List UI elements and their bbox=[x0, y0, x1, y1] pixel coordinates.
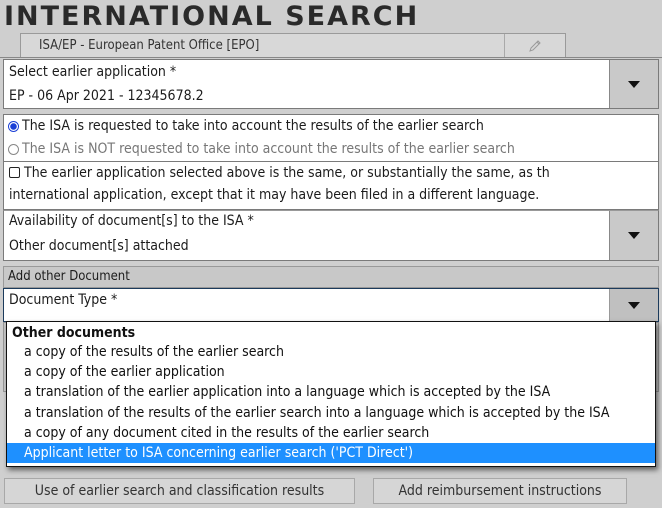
chevron-down-icon bbox=[628, 232, 640, 239]
edit-isa-button[interactable] bbox=[504, 34, 565, 57]
radio-option-requested[interactable]: The ISA is requested to take into accoun… bbox=[8, 118, 484, 134]
earlier-application-select[interactable]: Select earlier application * EP - 06 Apr… bbox=[3, 59, 659, 109]
checkbox-label: The earlier application selected above i… bbox=[24, 165, 550, 181]
same-application-line1[interactable]: The earlier application selected above i… bbox=[9, 165, 649, 181]
chevron-down-icon bbox=[628, 301, 640, 309]
isa-authority-field: ISA/EP - European Patent Office [EPO] bbox=[20, 33, 566, 58]
dropdown-option[interactable]: a translation of the results of the earl… bbox=[7, 403, 655, 423]
availability-label: Availability of document[s] to the ISA * bbox=[9, 213, 254, 229]
earlier-application-value: EP - 06 Apr 2021 - 12345678.2 bbox=[9, 88, 204, 104]
radio-option-not-requested[interactable]: The ISA is NOT requested to take into ac… bbox=[8, 141, 515, 157]
radio-selected-icon[interactable] bbox=[8, 120, 19, 132]
isa-authority-value: ISA/EP - European Patent Office [EPO] bbox=[39, 38, 260, 53]
dropdown-option[interactable]: a copy of the results of the earlier sea… bbox=[7, 342, 655, 362]
dropdown-option[interactable]: a copy of any document cited in the resu… bbox=[7, 423, 655, 443]
document-type-label: Document Type * bbox=[9, 292, 118, 308]
add-other-document-header: Add other Document bbox=[3, 266, 659, 288]
earlier-application-label: Select earlier application * bbox=[9, 64, 177, 80]
divider bbox=[0, 57, 662, 58]
add-reimbursement-button[interactable]: Add reimbursement instructions bbox=[373, 478, 627, 504]
availability-value: Other document[s] attached bbox=[9, 238, 189, 254]
chevron-down-icon bbox=[628, 80, 640, 88]
radio-unselected-icon[interactable] bbox=[8, 143, 19, 155]
availability-select[interactable]: Availability of document[s] to the ISA *… bbox=[3, 210, 659, 261]
same-application-line2: international application, except that i… bbox=[9, 187, 540, 203]
pencil-icon bbox=[529, 39, 541, 52]
same-application-checkbox-field: The earlier application selected above i… bbox=[3, 162, 659, 210]
use-earlier-search-button[interactable]: Use of earlier search and classification… bbox=[4, 478, 355, 504]
document-type-dropdown-button[interactable] bbox=[609, 289, 658, 321]
document-type-select[interactable]: Document Type * bbox=[3, 288, 659, 322]
dropdown-option-highlighted[interactable]: Applicant letter to ISA concerning earli… bbox=[7, 442, 655, 464]
dropdown-group-header: Other documents bbox=[12, 325, 136, 341]
dropdown-option[interactable]: a translation of the earlier application… bbox=[7, 382, 655, 402]
checkbox[interactable] bbox=[9, 167, 20, 178]
earlier-application-dropdown-button[interactable] bbox=[609, 60, 658, 108]
radio-label: The ISA is NOT requested to take into ac… bbox=[22, 141, 515, 157]
availability-dropdown-button[interactable] bbox=[609, 211, 658, 260]
isa-request-radio-group: The ISA is requested to take into accoun… bbox=[3, 114, 659, 162]
radio-label: The ISA is requested to take into accoun… bbox=[22, 118, 484, 134]
document-type-dropdown-list: Other documents a copy of the results of… bbox=[6, 321, 656, 467]
dropdown-option[interactable]: a copy of the earlier application bbox=[7, 362, 655, 382]
page-title: INTERNATIONAL SEARCH bbox=[4, 1, 420, 32]
